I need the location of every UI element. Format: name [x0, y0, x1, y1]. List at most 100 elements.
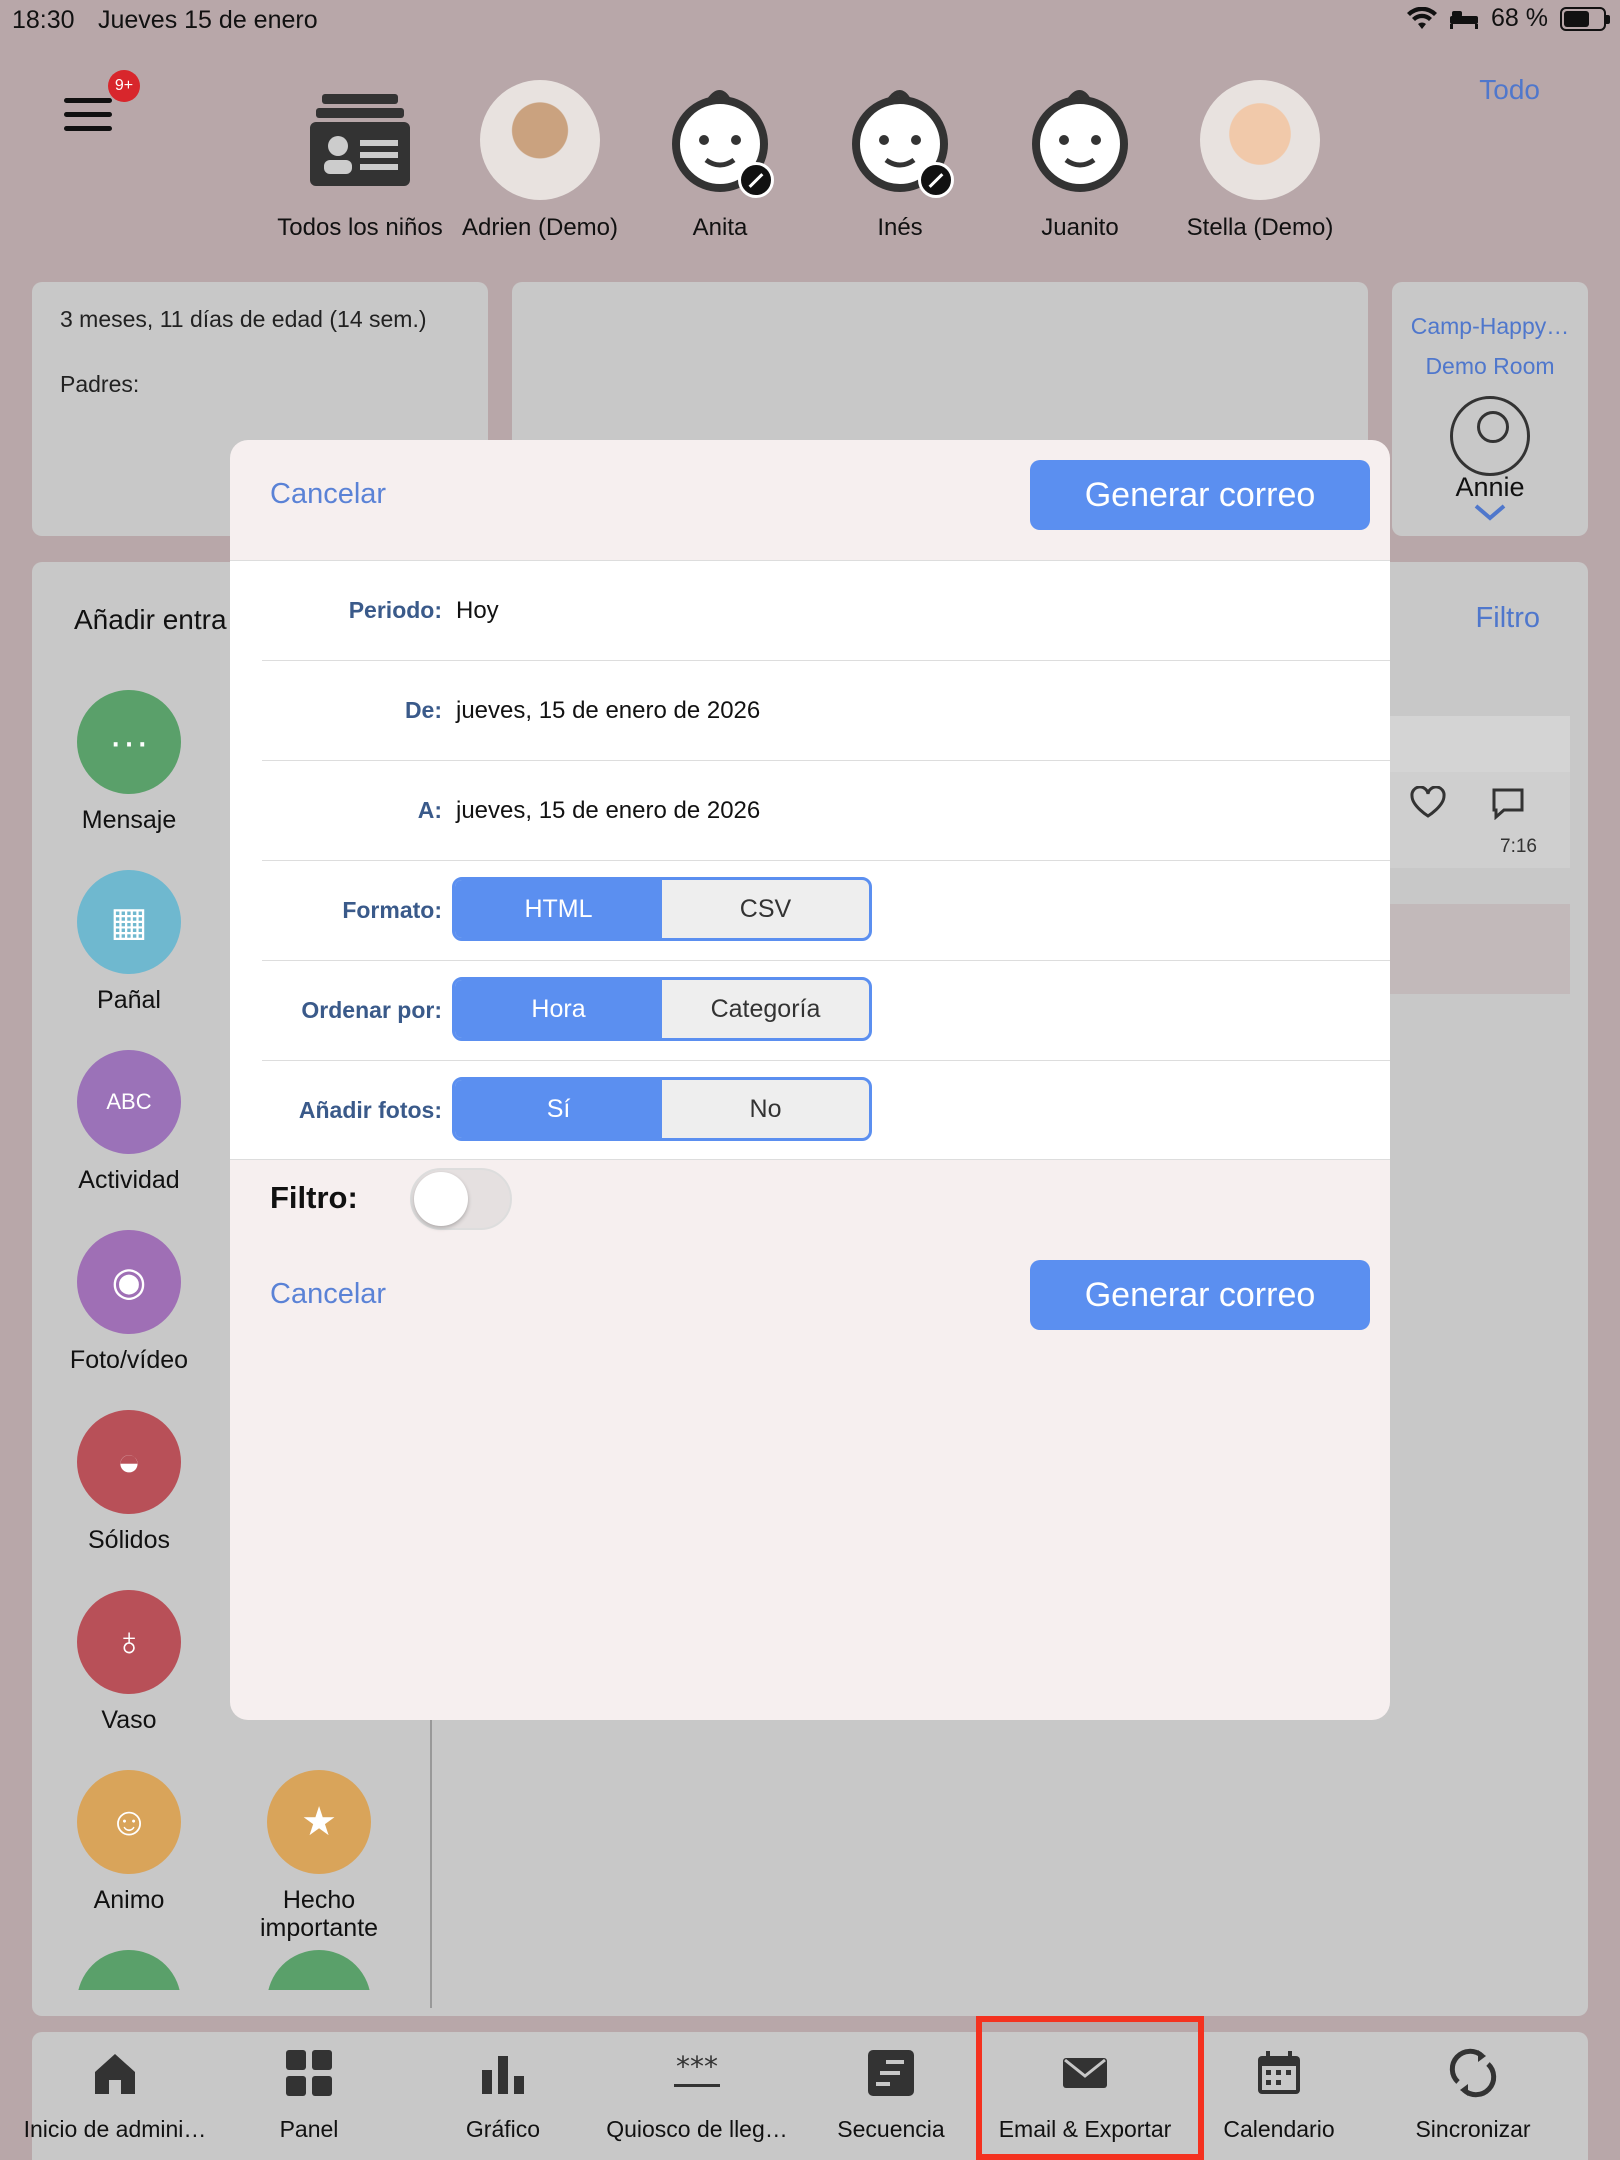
child-all[interactable]: Todos los niños	[270, 80, 450, 242]
home-icon	[90, 2048, 140, 2098]
status-right: 68 %	[1407, 4, 1610, 33]
activity-label: Hecho importante	[259, 1886, 379, 1942]
battery-icon	[1560, 6, 1610, 31]
child-name: Inés	[877, 214, 923, 241]
tab-home[interactable]: Inicio de admini…	[20, 2040, 210, 2143]
generate-email-button-bottom[interactable]: Generar correo	[1030, 1260, 1370, 1330]
format-csv-option[interactable]: CSV	[662, 880, 869, 938]
format-html-option[interactable]: HTML	[455, 880, 662, 938]
battery-percent: 68 %	[1491, 4, 1548, 32]
baby-face-icon	[660, 80, 780, 200]
child-ines[interactable]: Inés	[810, 80, 990, 242]
from-row[interactable]: De: jueves, 15 de enero de 2026	[262, 661, 1390, 761]
format-row: Formato: HTML CSV	[262, 861, 1390, 961]
child-age: 3 meses, 11 días de edad (14 sem.)	[60, 306, 427, 332]
blocks-icon: ABC	[77, 1050, 181, 1154]
to-date[interactable]: jueves, 15 de enero de 2026	[456, 797, 760, 825]
activity-milestone[interactable]: ★ Hecho importante	[224, 1770, 414, 1942]
sort-time-option[interactable]: Hora	[455, 980, 662, 1038]
tab-label: Quiosco de lleg…	[606, 2116, 788, 2142]
activity-more[interactable]	[34, 1950, 224, 1990]
feed-time: 7:16	[1500, 836, 1537, 857]
activity-label: Actividad	[78, 1166, 180, 1194]
all-link[interactable]: Todo	[1479, 74, 1540, 106]
svg-text:***: ***	[676, 2050, 718, 2083]
to-row[interactable]: A: jueves, 15 de enero de 2026	[262, 761, 1390, 861]
child-adrien[interactable]: Adrien (Demo)	[450, 80, 630, 242]
activity-label: Mensaje	[81, 806, 177, 834]
group-folder-icon	[300, 80, 420, 200]
tab-calendar[interactable]: Calendario	[1184, 2040, 1374, 2143]
no-photo-icon	[918, 162, 954, 198]
child-juanito[interactable]: Juanito	[990, 80, 1170, 242]
photos-yes-option[interactable]: Sí	[455, 1080, 662, 1138]
activity-message[interactable]: ··· Mensaje	[34, 690, 224, 834]
child-name: Adrien (Demo)	[461, 214, 619, 241]
bar-chart-icon	[478, 2048, 528, 2098]
camera-icon: ◉	[77, 1230, 181, 1334]
chevron-down-icon[interactable]	[1473, 503, 1507, 521]
bowl-icon: ◒	[77, 1410, 181, 1514]
activity-photo[interactable]: ◉ Foto/vídeo	[34, 1230, 224, 1374]
activity-diaper[interactable]: ▦ Pañal	[34, 870, 224, 1014]
generate-email-button-top[interactable]: Generar correo	[1030, 460, 1370, 530]
tab-panel[interactable]: Panel	[214, 2040, 404, 2143]
tab-chart[interactable]: Gráfico	[408, 2040, 598, 2143]
notification-badge: 9+	[108, 70, 140, 102]
email-export-dialog: Cancelar Generar correo Periodo: Hoy De:…	[230, 440, 1390, 1720]
format-label: Formato:	[342, 897, 442, 923]
activity-label: Foto/vídeo	[69, 1346, 189, 1374]
comment-icon[interactable]	[1490, 786, 1526, 820]
person-icon	[1450, 396, 1530, 476]
from-date[interactable]: jueves, 15 de enero de 2026	[456, 697, 760, 725]
cancel-button-top[interactable]: Cancelar	[270, 478, 386, 511]
filter-toggle[interactable]	[410, 1168, 512, 1230]
cancel-button-bottom[interactable]: Cancelar	[270, 1278, 386, 1311]
status-date: Jueves 15 de enero	[98, 6, 318, 34]
child-anita[interactable]: Anita	[630, 80, 810, 242]
room-card[interactable]: Camp-Happy… Demo Room Annie	[1392, 282, 1588, 536]
tab-label: Gráfico	[465, 2116, 541, 2142]
smile-icon: ☺	[77, 1770, 181, 1874]
bed-icon	[1450, 10, 1479, 29]
sequence-icon	[866, 2048, 916, 2098]
password-icon: ***	[672, 2048, 722, 2098]
child-name: Stella (Demo)	[1186, 214, 1334, 241]
tab-sequence[interactable]: Secuencia	[796, 2040, 986, 2143]
panel-divider	[430, 1700, 432, 2008]
feed-row	[1390, 772, 1570, 868]
photos-segmented-control: Sí No	[452, 1077, 872, 1141]
status-time: 18:30	[12, 6, 75, 34]
tab-kiosk[interactable]: *** Quiosco de lleg…	[602, 2040, 792, 2143]
child-stella[interactable]: Stella (Demo)	[1170, 80, 1350, 242]
period-row[interactable]: Periodo: Hoy	[262, 561, 1390, 661]
sort-row: Ordenar por: Hora Categoría	[262, 961, 1390, 1061]
baby-face-icon	[840, 80, 960, 200]
sort-category-option[interactable]: Categoría	[662, 980, 869, 1038]
filter-link[interactable]: Filtro	[1476, 602, 1540, 635]
child-photo	[480, 80, 600, 200]
export-form: Periodo: Hoy De: jueves, 15 de enero de …	[230, 560, 1390, 1160]
format-segmented-control: HTML CSV	[452, 877, 872, 941]
activity-activity[interactable]: ABC Actividad	[34, 1050, 224, 1194]
child-photo	[1200, 80, 1320, 200]
diaper-icon: ▦	[77, 870, 181, 974]
up-arrow-icon	[267, 1950, 371, 1990]
activity-more-2[interactable]	[224, 1950, 414, 1990]
camp-name[interactable]: Camp-Happy…	[1392, 306, 1588, 346]
tab-sync[interactable]: Sincronizar	[1378, 2040, 1568, 2143]
activity-mood[interactable]: ☺ Animo	[34, 1770, 224, 1914]
toggle-knob	[414, 1172, 468, 1226]
activity-cup[interactable]: ♁ Vaso	[34, 1590, 224, 1734]
tab-label: Secuencia	[837, 2116, 945, 2142]
tab-label: Sincronizar	[1415, 2116, 1531, 2142]
hamburger-menu-icon[interactable]	[64, 98, 114, 138]
activity-solids[interactable]: ◒ Sólidos	[34, 1410, 224, 1554]
photos-no-option[interactable]: No	[662, 1080, 869, 1138]
no-photo-icon	[738, 162, 774, 198]
room-name[interactable]: Demo Room	[1392, 346, 1588, 386]
add-entry-title: Añadir entra	[74, 604, 227, 635]
period-value[interactable]: Hoy	[456, 597, 499, 625]
heart-icon[interactable]	[1410, 786, 1446, 818]
from-label: De:	[404, 697, 442, 723]
